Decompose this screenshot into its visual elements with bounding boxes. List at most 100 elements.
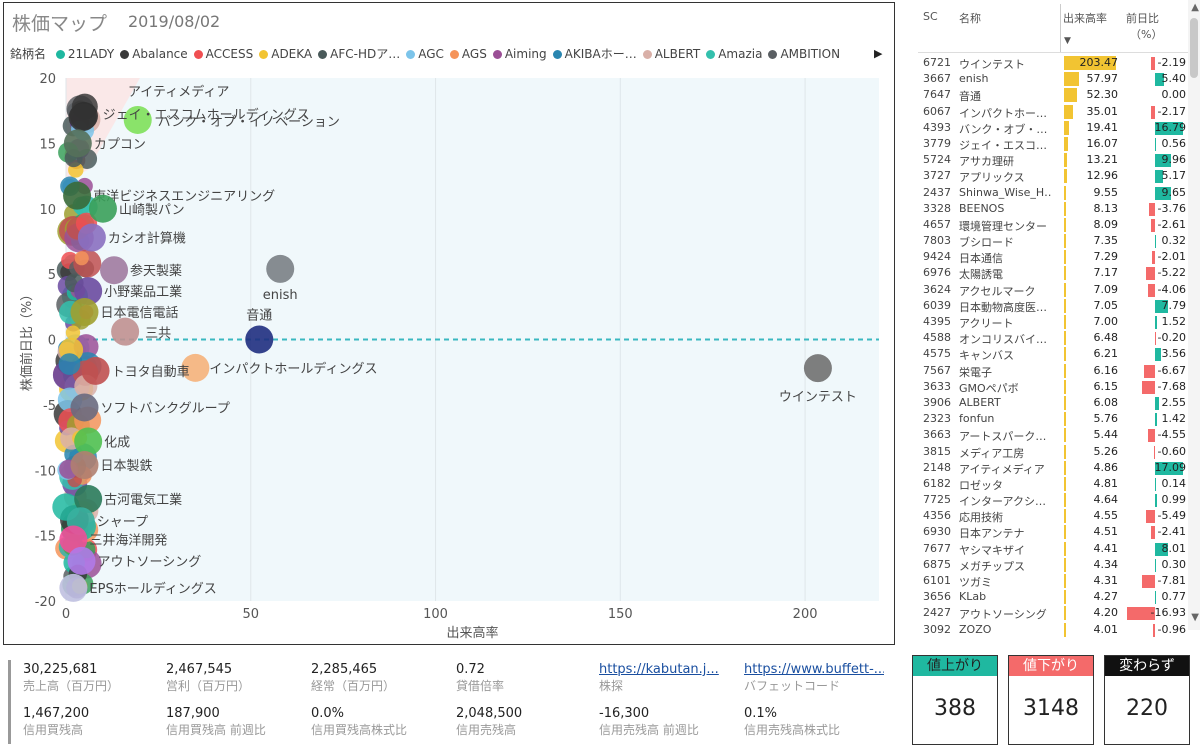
- header-sc[interactable]: SC: [923, 10, 938, 23]
- table-row[interactable]: 6182 ロゼッタ 4.81 0.14: [918, 476, 1188, 492]
- header-volume-ratio[interactable]: 出来高率: [1063, 10, 1107, 26]
- stock-code: 4395: [923, 315, 951, 328]
- table-row[interactable]: 4588 オンコリスバイ… 6.48 -0.20: [918, 330, 1188, 346]
- table-row[interactable]: 6101 ツガミ 4.31 -7.81: [918, 573, 1188, 589]
- table-row[interactable]: 3328 BEENOS 8.13 -3.76: [918, 201, 1188, 217]
- table-row[interactable]: 7647 音通 52.30 0.00: [918, 87, 1188, 103]
- data-point[interactable]: [266, 254, 295, 283]
- table-row[interactable]: 3624 アクセルマーク 7.09 -4.06: [918, 282, 1188, 298]
- data-point[interactable]: [74, 251, 89, 266]
- data-point[interactable]: [68, 103, 97, 132]
- table-row[interactable]: 6721 ウインテスト 203.47 -2.19: [918, 55, 1188, 71]
- table-row[interactable]: 3906 ALBERT 6.08 2.55: [918, 395, 1188, 411]
- data-point[interactable]: [100, 256, 129, 285]
- table-row[interactable]: 6039 日本動物高度医… 7.05 7.79: [918, 298, 1188, 314]
- data-point[interactable]: [58, 353, 81, 375]
- legend-item[interactable]: Amazia: [706, 47, 762, 61]
- table-row[interactable]: 3656 KLab 4.27 0.77: [918, 589, 1188, 605]
- legend-label: Aiming: [504, 47, 547, 61]
- table-row[interactable]: 6976 太陽誘電 7.17 -5.22: [918, 265, 1188, 281]
- table-row[interactable]: 4657 環境管理センター 8.09 -2.61: [918, 217, 1188, 233]
- stat-value: 0.0%: [311, 706, 345, 721]
- data-point[interactable]: [70, 393, 99, 422]
- data-point[interactable]: [70, 451, 99, 480]
- y-tick-label: 15: [39, 137, 56, 152]
- stat-item[interactable]: https://kabutan.j... 株探: [599, 662, 739, 694]
- legend-item[interactable]: AGC: [406, 47, 444, 61]
- data-point[interactable]: [67, 546, 96, 575]
- table-row[interactable]: 7677 ヤシマキザイ 4.41 8.01: [918, 541, 1188, 557]
- data-point[interactable]: [88, 194, 117, 223]
- data-point[interactable]: [74, 427, 103, 456]
- stat-label: 経常（百万円）: [311, 679, 396, 693]
- table-row[interactable]: 7803 ブシロード 7.35 0.32: [918, 233, 1188, 249]
- legend-item[interactable]: AGS: [449, 47, 487, 61]
- stat-label: 株探: [599, 679, 624, 693]
- legend-item[interactable]: AFC-HDア…: [318, 45, 400, 62]
- price-change: -5.49: [1157, 509, 1186, 523]
- volume-ratio: 7.05: [1093, 298, 1119, 312]
- point-label: トヨタ自動車: [112, 365, 190, 380]
- change-bar: [1155, 137, 1156, 151]
- sort-desc-icon[interactable]: ▼: [1064, 36, 1071, 46]
- header-name[interactable]: 名称: [959, 10, 981, 26]
- stat-link[interactable]: https://kabutan.j...: [599, 662, 739, 677]
- legend-item[interactable]: ALBERT: [642, 47, 700, 61]
- table-row[interactable]: 3815 メディア工房 5.26 -0.60: [918, 444, 1188, 460]
- legend-item[interactable]: Abalance: [120, 47, 188, 61]
- scroll-down-icon[interactable]: ▼: [1191, 612, 1199, 623]
- scrollbar-track[interactable]: [1188, 0, 1200, 630]
- table-row[interactable]: 3633 GMOペパボ 6.15 -7.68: [918, 379, 1188, 395]
- table-row[interactable]: 2437 Shinwa_Wise_H… 9.55 9.65: [918, 185, 1188, 201]
- scroll-up-icon[interactable]: ▲: [1191, 2, 1199, 13]
- table-row[interactable]: 6930 日本アンテナ 4.51 -2.41: [918, 524, 1188, 540]
- legend-item[interactable]: Aiming: [492, 47, 547, 61]
- table-row[interactable]: 9424 日本通信 7.29 -2.01: [918, 249, 1188, 265]
- scrollbar-thumb[interactable]: [1190, 18, 1198, 78]
- table-row[interactable]: 2148 アイティメディア 4.86 17.09: [918, 460, 1188, 476]
- stat-link[interactable]: https://www.buffett-...: [744, 662, 884, 677]
- table-row[interactable]: 3727 アプリックス 12.96 5.17: [918, 168, 1188, 184]
- table-row[interactable]: 6067 インパクトホー… 35.01 -2.17: [918, 104, 1188, 120]
- header-change[interactable]: 前日比: [1126, 10, 1159, 26]
- card-label: 変わらず: [1105, 656, 1189, 676]
- table-row[interactable]: 4395 アクリート 7.00 1.52: [918, 314, 1188, 330]
- data-point[interactable]: [63, 181, 92, 210]
- table-row[interactable]: 6875 メガチップス 4.34 0.30: [918, 557, 1188, 573]
- data-point[interactable]: [65, 325, 81, 340]
- legend-item[interactable]: ACCESS: [193, 47, 253, 61]
- table-row[interactable]: 2323 fonfun 5.76 1.42: [918, 411, 1188, 427]
- data-point[interactable]: [77, 223, 106, 252]
- stock-code: 3779: [923, 136, 951, 150]
- legend-next-arrow[interactable]: ▶: [874, 47, 882, 60]
- table-row[interactable]: 3663 アートスパーク… 5.44 -4.55: [918, 427, 1188, 443]
- table-row[interactable]: 4575 キャンバス 6.21 3.56: [918, 346, 1188, 362]
- table-row[interactable]: 7567 栄電子 6.16 -6.67: [918, 363, 1188, 379]
- data-point[interactable]: [63, 129, 92, 158]
- data-point[interactable]: [70, 298, 99, 327]
- table-row[interactable]: 4356 応用技術 4.55 -5.49: [918, 508, 1188, 524]
- scatter-plot[interactable]: 0 50 100 150 200-20-15-10-505101520ウインテストeni…: [4, 3, 894, 644]
- stock-name: KLab: [959, 590, 987, 604]
- volume-bar: [1064, 590, 1066, 605]
- table-row[interactable]: 3779 ジェイ・エスコ… 16.07 0.56: [918, 136, 1188, 152]
- table-row[interactable]: 3092 ZOZO 4.01 -0.96: [918, 622, 1188, 638]
- stat-item[interactable]: https://www.buffett-... バフェットコード: [744, 662, 884, 694]
- data-point[interactable]: [81, 356, 110, 385]
- data-point[interactable]: [803, 354, 832, 383]
- data-point[interactable]: [59, 573, 88, 602]
- stock-code: 4356: [923, 509, 951, 523]
- table-row[interactable]: 5724 アサカ理研 13.21 9.96: [918, 152, 1188, 168]
- stock-code: 7567: [923, 363, 951, 377]
- legend-item[interactable]: ADEKA: [259, 47, 312, 61]
- data-point[interactable]: [111, 317, 140, 346]
- legend-item[interactable]: 21LADY: [55, 47, 114, 61]
- legend-item[interactable]: AMBITION: [768, 47, 840, 61]
- table-row[interactable]: 7725 インターアクシ… 4.64 0.99: [918, 492, 1188, 508]
- volume-ratio: 8.09: [1093, 217, 1119, 231]
- table-row[interactable]: 4393 バンク・オブ・… 19.41 16.79: [918, 120, 1188, 136]
- data-point[interactable]: [245, 325, 274, 354]
- table-row[interactable]: 3667 enish 57.97 5.40: [918, 71, 1188, 87]
- table-row[interactable]: 2427 アウトソーシング 4.20 -16.93: [918, 605, 1188, 621]
- legend-item[interactable]: AKIBAホー…: [552, 45, 637, 62]
